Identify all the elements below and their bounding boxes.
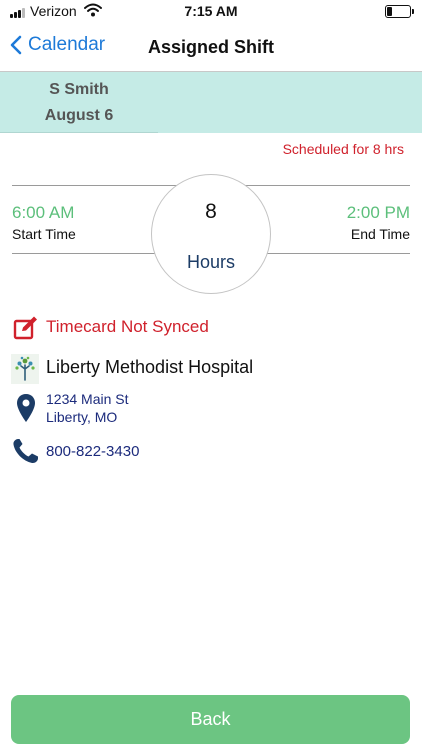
end-time-label: End Time [350,226,410,242]
end-time-value: 2:00 PM [346,203,410,222]
location-pin-icon [17,394,35,422]
hospital-name: Liberty Methodist Hospital [46,357,254,377]
address-line1[interactable]: 1234 Main St [46,391,129,407]
battery-icon [385,5,414,18]
employee-name: S Smith [49,81,109,98]
employee-block: S Smith August 6 [0,72,158,133]
scheduled-hours-text: Scheduled for 8 hrs [282,141,404,157]
hours-circle: 8 Hours [151,174,271,294]
employee-header: S Smith August 6 [0,72,422,133]
hours-label: Hours [186,252,235,272]
page-title: Assigned Shift [147,37,274,57]
back-button[interactable]: Back [11,695,410,744]
start-time-label: Start Time [12,226,76,242]
address-line2[interactable]: Liberty, MO [46,409,117,425]
timecard-status: Timecard Not Synced [46,317,209,336]
status-time: 7:15 AM [184,3,238,19]
hours-value: 8 [205,200,217,223]
shift-date: August 6 [44,107,114,124]
edit-note-icon [13,316,37,340]
hospital-logo-icon [11,354,39,384]
phone-number-link[interactable]: 800-822-3430 [46,443,139,460]
navigation-bar: Calendar Assigned Shift [0,24,422,72]
start-time-value: 6:00 AM [12,203,75,222]
status-bar: Verizon 7:15 AM [0,0,422,24]
phone-icon [13,439,38,464]
